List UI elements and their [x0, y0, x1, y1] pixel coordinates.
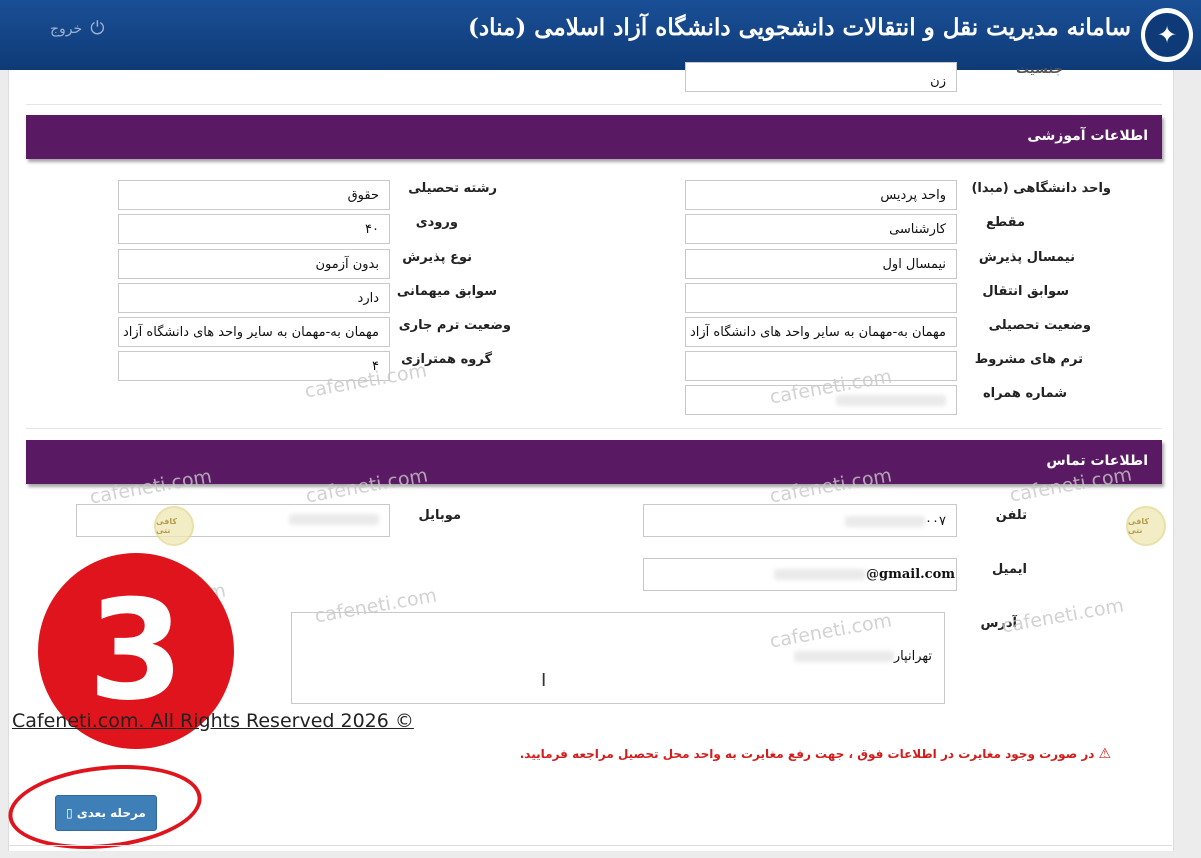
- app-header: ✦ سامانه مدیریت نقل و انتقالات دانشجویی …: [0, 0, 1201, 70]
- university-logo-icon: ✦: [1141, 8, 1193, 62]
- mobile-number-field[interactable]: [685, 385, 957, 415]
- academic-status-label: وضعیت تحصیلی: [988, 318, 1091, 333]
- current-term-status-field[interactable]: مهمان به-مهمان به سایر واحد های دانشگاه …: [118, 317, 390, 347]
- admission-semester-field[interactable]: نیمسال اول: [685, 249, 957, 279]
- entry-year-field[interactable]: ۴۰: [118, 214, 390, 244]
- mismatch-warning: ⚠ در صورت وجود مغایرت در اطلاعات فوق ، ج…: [520, 746, 1111, 762]
- origin-unit-label: واحد دانشگاهی (مبدا): [971, 181, 1111, 196]
- major-field[interactable]: حقوق: [118, 180, 390, 210]
- education-section-header: اطلاعات آموزشی: [26, 115, 1162, 159]
- current-term-status-label: وضعیت ترم جاری: [398, 318, 511, 333]
- contact-section-header: اطلاعات تماس: [26, 440, 1162, 484]
- email-value: @gmail.com: [866, 567, 956, 582]
- degree-field[interactable]: کارشناسی: [685, 214, 957, 244]
- email-label: ایمیل: [992, 562, 1027, 577]
- transfer-history-field[interactable]: [685, 283, 957, 313]
- watermark: cafeneti.com: [1000, 594, 1126, 638]
- address-textarea[interactable]: تهرانپار: [291, 612, 945, 704]
- address-value: تهرانپار: [893, 649, 932, 664]
- mobile-field[interactable]: [76, 504, 390, 537]
- phone-field[interactable]: ۰۰۷: [643, 504, 957, 537]
- email-field[interactable]: @gmail.com: [643, 558, 957, 591]
- watermark-badge-icon: کافی نتی: [1126, 506, 1166, 546]
- phone-label: تلفن: [995, 508, 1027, 523]
- equivalence-group-field[interactable]: ۴: [118, 351, 390, 381]
- gender-label: جنسیت: [1016, 62, 1063, 77]
- power-icon: ⏻: [90, 18, 105, 39]
- mobile-label: موبایل: [418, 508, 461, 523]
- admission-semester-label: نیمسال پذیرش: [978, 250, 1075, 265]
- logout-button[interactable]: خروج ⏻: [50, 18, 104, 39]
- contact-section-title: اطلاعات تماس: [1046, 453, 1148, 469]
- major-label: رشته تحصیلی: [408, 181, 497, 196]
- probation-terms-field[interactable]: [685, 351, 957, 381]
- mobile-number-label: شماره همراه: [982, 386, 1067, 401]
- arrow-icon: ▯: [66, 806, 73, 820]
- admission-type-field[interactable]: بدون آزمون: [118, 249, 390, 279]
- guest-history-field[interactable]: دارد: [118, 283, 390, 313]
- transfer-history-label: سوابق انتقال: [982, 284, 1069, 299]
- phone-value: ۰۰۷: [925, 514, 946, 529]
- address-label: آدرس: [980, 616, 1017, 631]
- watermark-badge-icon: کافی نتی: [154, 506, 194, 546]
- equivalence-group-label: گروه همترازی: [401, 352, 492, 367]
- app-title: سامانه مدیریت نقل و انتقالات دانشجویی دا…: [467, 14, 1131, 41]
- next-step-label: مرحله بعدی: [76, 806, 146, 820]
- gender-field[interactable]: زن: [685, 62, 957, 92]
- origin-unit-field[interactable]: واحد پردیس: [685, 180, 957, 210]
- text-cursor-icon: I: [541, 670, 547, 691]
- logout-label: خروج: [50, 20, 83, 37]
- admission-type-label: نوع پذیرش: [402, 250, 472, 265]
- degree-label: مقطع: [986, 215, 1025, 230]
- education-section-title: اطلاعات آموزشی: [1027, 128, 1148, 144]
- warning-triangle-icon: ⚠: [1098, 746, 1111, 762]
- copyright-text: Cafeneti.com. All Rights Reserved 2026 ©: [12, 710, 414, 732]
- academic-status-field[interactable]: مهمان به-مهمان به سایر واحد های دانشگاه …: [685, 317, 957, 347]
- entry-year-label: ورودی: [415, 215, 458, 230]
- probation-terms-label: ترم های مشروط: [974, 352, 1083, 367]
- warning-text: در صورت وجود مغایرت در اطلاعات فوق ، جهت…: [519, 747, 1095, 761]
- next-step-button[interactable]: مرحله بعدی ▯: [55, 795, 157, 831]
- guest-history-label: سوابق میهمانی: [396, 284, 497, 299]
